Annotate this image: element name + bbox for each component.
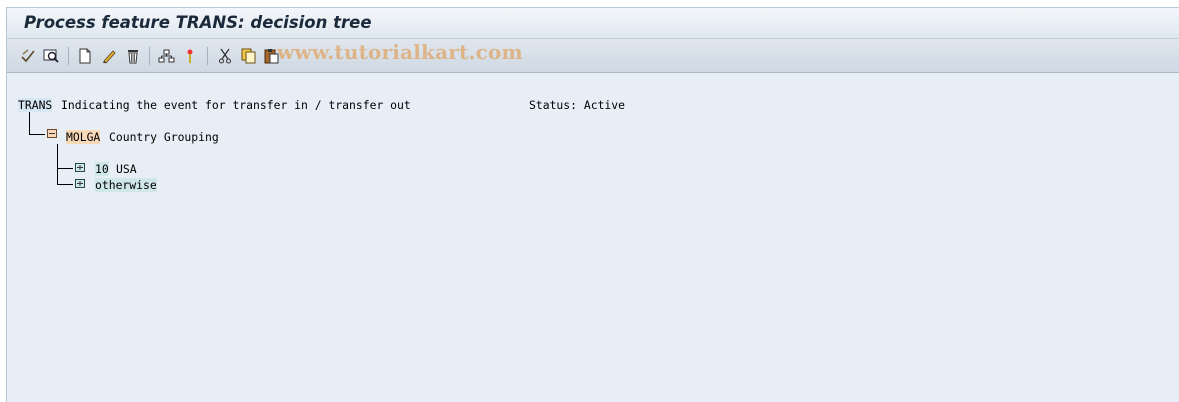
copy-icon[interactable] xyxy=(240,47,258,65)
create-icon[interactable] xyxy=(76,47,94,65)
delete-icon[interactable] xyxy=(124,47,142,65)
tree-node-text: Country Grouping xyxy=(109,130,219,144)
watermark: www.tutorialkart.com xyxy=(277,40,523,64)
toolbar-separator xyxy=(68,47,69,65)
page-title: Process feature TRANS: decision tree xyxy=(24,13,372,32)
tree-connector xyxy=(29,134,45,135)
display-structure-icon[interactable] xyxy=(157,47,175,65)
toolbar-separator xyxy=(149,47,150,65)
toolbar-separator xyxy=(207,47,208,65)
tree-connector xyxy=(57,184,73,185)
tree-connector xyxy=(57,168,73,169)
tree-leaf-text: USA xyxy=(116,162,137,176)
folder-closed-icon[interactable] xyxy=(75,179,85,188)
status-text: Status: Active xyxy=(529,98,626,112)
change-icon[interactable] xyxy=(100,47,118,65)
tree-connector xyxy=(57,144,58,184)
tree-leaf-key[interactable]: otherwise xyxy=(95,178,157,192)
navigate-icon[interactable] xyxy=(181,47,199,65)
application-toolbar xyxy=(7,39,1179,73)
folder-closed-icon[interactable] xyxy=(75,163,85,172)
tree-connector xyxy=(29,112,30,134)
other-feature-icon[interactable] xyxy=(42,47,60,65)
check-icon[interactable] xyxy=(19,47,37,65)
cut-icon[interactable] xyxy=(216,47,234,65)
tree-leaf-key[interactable]: 10 xyxy=(95,162,109,176)
folder-open-icon[interactable] xyxy=(47,129,57,138)
tree-root-key[interactable]: TRANS xyxy=(18,98,53,112)
tree-root-text: Indicating the event for transfer in / t… xyxy=(61,98,411,112)
tree-node-key[interactable]: MOLGA xyxy=(66,130,101,144)
title-bar: Process feature TRANS: decision tree xyxy=(7,8,1179,39)
main-window: Process feature TRANS: decision tree TRA… xyxy=(6,7,1179,402)
